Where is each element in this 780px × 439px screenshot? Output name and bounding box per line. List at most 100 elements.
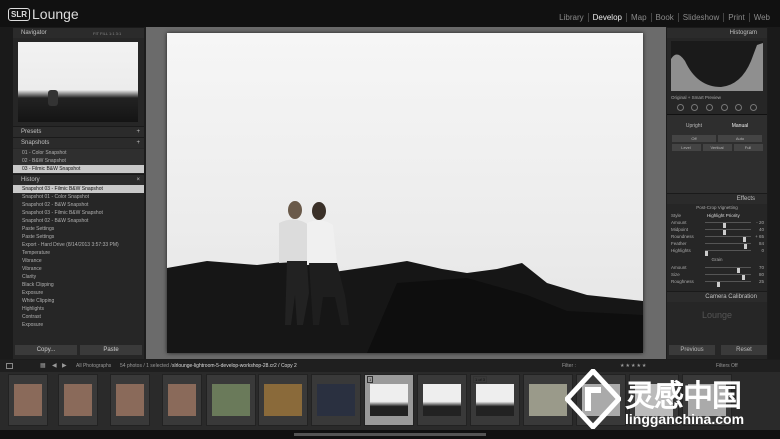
- upright-tab-upright[interactable]: Upright: [686, 123, 702, 129]
- slider-roughness[interactable]: Roughness 25: [667, 278, 767, 287]
- filmstrip-thumbnail[interactable]: [206, 374, 256, 426]
- reset-button[interactable]: Reset: [721, 345, 767, 355]
- slider-roundness[interactable]: Roundness + 65: [667, 233, 767, 242]
- module-slideshow[interactable]: Slideshow: [679, 13, 725, 22]
- slider-amount[interactable]: Amount - 20: [667, 219, 767, 228]
- history-item[interactable]: Exposure: [13, 321, 144, 329]
- style-value[interactable]: Highlight Priority: [707, 212, 740, 219]
- image-area: [146, 27, 666, 359]
- histogram[interactable]: [671, 41, 763, 91]
- copy-button[interactable]: Copy...: [15, 345, 77, 355]
- source-label[interactable]: All Photographs: [76, 360, 111, 372]
- red-eye-icon[interactable]: [706, 104, 714, 111]
- histogram-header[interactable]: Histogram: [667, 27, 767, 38]
- paste-button[interactable]: Paste: [80, 345, 142, 355]
- crop-icon[interactable]: [676, 104, 684, 111]
- filmstrip-thumbnail[interactable]: [311, 374, 361, 426]
- filmstrip-thumbnail[interactable]: [417, 374, 467, 426]
- history-item[interactable]: Vibrance: [13, 257, 144, 265]
- graduated-filter-icon[interactable]: [720, 104, 728, 111]
- prev-arrow-icon[interactable]: ◀: [52, 360, 57, 372]
- history-item[interactable]: Snapshot 02 - B&W Snapshot: [13, 217, 144, 225]
- slider-knob[interactable]: [705, 251, 708, 256]
- slider-feather[interactable]: Feather 84: [667, 240, 767, 249]
- history-item[interactable]: Snapshot 01 - Color Snapshot: [13, 193, 144, 201]
- next-arrow-icon[interactable]: ▶: [62, 360, 67, 372]
- history-item[interactable]: Snapshot 03 - Filmic B&W Snapshot: [13, 209, 144, 217]
- effects-header[interactable]: Effects: [667, 193, 767, 204]
- upright-off-button[interactable]: Off: [672, 135, 716, 142]
- history-item[interactable]: Snapshot 02 - B&W Snapshot: [13, 201, 144, 209]
- module-map[interactable]: Map: [627, 13, 652, 22]
- snapshot-item[interactable]: 02 - B&W Snapshot: [13, 157, 144, 165]
- left-panel-edge[interactable]: [0, 27, 13, 359]
- upright-tab-manual[interactable]: Manual: [732, 123, 748, 129]
- filmstrip-thumbnail[interactable]: [162, 374, 202, 426]
- snapshot-item[interactable]: 03 - Filmic B&W Snapshot: [13, 165, 144, 173]
- add-snapshot-icon[interactable]: +: [136, 138, 140, 149]
- history-item[interactable]: Highlights: [13, 305, 144, 313]
- grid-icon[interactable]: ▦: [40, 360, 46, 372]
- history-item[interactable]: Snapshot 03 - Filmic B&W Snapshot: [13, 185, 144, 193]
- file-name[interactable]: slrlounge-lightroom-5-develop-workshop-2…: [172, 360, 297, 372]
- module-book[interactable]: Book: [652, 13, 679, 22]
- previous-button[interactable]: Previous: [669, 345, 715, 355]
- slider-knob[interactable]: [716, 282, 720, 287]
- history-item[interactable]: Exposure: [13, 289, 144, 297]
- slider-track[interactable]: [705, 236, 751, 242]
- presets-header[interactable]: Presets +: [13, 126, 144, 137]
- spot-removal-icon[interactable]: [691, 104, 699, 111]
- radial-filter-icon[interactable]: [735, 104, 743, 111]
- slider-track[interactable]: [705, 267, 751, 273]
- upright-level-button[interactable]: Level: [671, 144, 701, 151]
- filmstrip-thumbnail[interactable]: [58, 374, 98, 426]
- upright-vertical-button[interactable]: Vertical: [702, 144, 732, 151]
- upright-auto-button[interactable]: Auto: [718, 135, 762, 142]
- module-develop[interactable]: Develop: [589, 13, 627, 22]
- grain-title: Grain: [711, 257, 723, 262]
- module-web[interactable]: Web: [750, 13, 774, 22]
- history-item[interactable]: Paste Settings: [13, 233, 144, 241]
- history-header[interactable]: History ×: [13, 174, 144, 185]
- slider-highlights[interactable]: Highlights 0: [667, 247, 767, 256]
- history-item[interactable]: Vibrance: [13, 265, 144, 273]
- history-item[interactable]: Temperature: [13, 249, 144, 257]
- filmstrip-scrollbar[interactable]: [294, 433, 486, 436]
- module-library[interactable]: Library: [555, 13, 589, 22]
- slider-amount[interactable]: Amount 70: [667, 264, 767, 273]
- history-item[interactable]: Contrast: [13, 313, 144, 321]
- navigator-zoom-options[interactable]: FIT FILL 1:1 3:1: [93, 28, 121, 39]
- thumbnail-image: [529, 384, 567, 416]
- slider-track[interactable]: [705, 229, 751, 235]
- snapshots-header[interactable]: Snapshots +: [13, 137, 144, 148]
- snapshot-item[interactable]: 01 - Color Snapshot: [13, 149, 144, 157]
- slider-track[interactable]: [705, 250, 751, 256]
- history-item[interactable]: Paste Settings: [13, 225, 144, 233]
- filmstrip-thumbnail[interactable]: [258, 374, 308, 426]
- history-item[interactable]: White Clipping: [13, 297, 144, 305]
- navigator-header[interactable]: Navigator FIT FILL 1:1 3:1: [13, 27, 144, 38]
- adjustment-brush-icon[interactable]: [750, 104, 758, 111]
- history-item[interactable]: Export - Hard Drive (8/14/2013 3:57:33 P…: [13, 241, 144, 249]
- navigator-preview[interactable]: [18, 42, 138, 122]
- history-item[interactable]: Clarity: [13, 273, 144, 281]
- watermark-url: lingganchina.com: [625, 411, 745, 427]
- filmstrip-thumbnail[interactable]: 1: [364, 374, 414, 426]
- filmstrip-thumbnail[interactable]: 1 of 3: [470, 374, 520, 426]
- slider-size[interactable]: Size 80: [667, 271, 767, 280]
- history-item[interactable]: Black Clipping: [13, 281, 144, 289]
- slider-track[interactable]: [705, 222, 751, 228]
- vignette-style[interactable]: Style Highlight Priority: [667, 212, 767, 219]
- slider-midpoint[interactable]: Midpoint 40: [667, 226, 767, 235]
- filmstrip-thumbnail[interactable]: [110, 374, 150, 426]
- upright-full-button[interactable]: Full: [733, 144, 763, 151]
- right-panel-edge[interactable]: [768, 27, 780, 359]
- main-photo[interactable]: [167, 33, 643, 353]
- slider-track[interactable]: [705, 281, 751, 287]
- slider-track[interactable]: [705, 243, 751, 249]
- module-print[interactable]: Print: [724, 13, 750, 22]
- camera-calibration-header[interactable]: Camera Calibration: [667, 291, 767, 302]
- slider-track[interactable]: [705, 274, 751, 280]
- filmstrip-thumbnail[interactable]: [8, 374, 48, 426]
- display-1-icon[interactable]: [6, 363, 13, 369]
